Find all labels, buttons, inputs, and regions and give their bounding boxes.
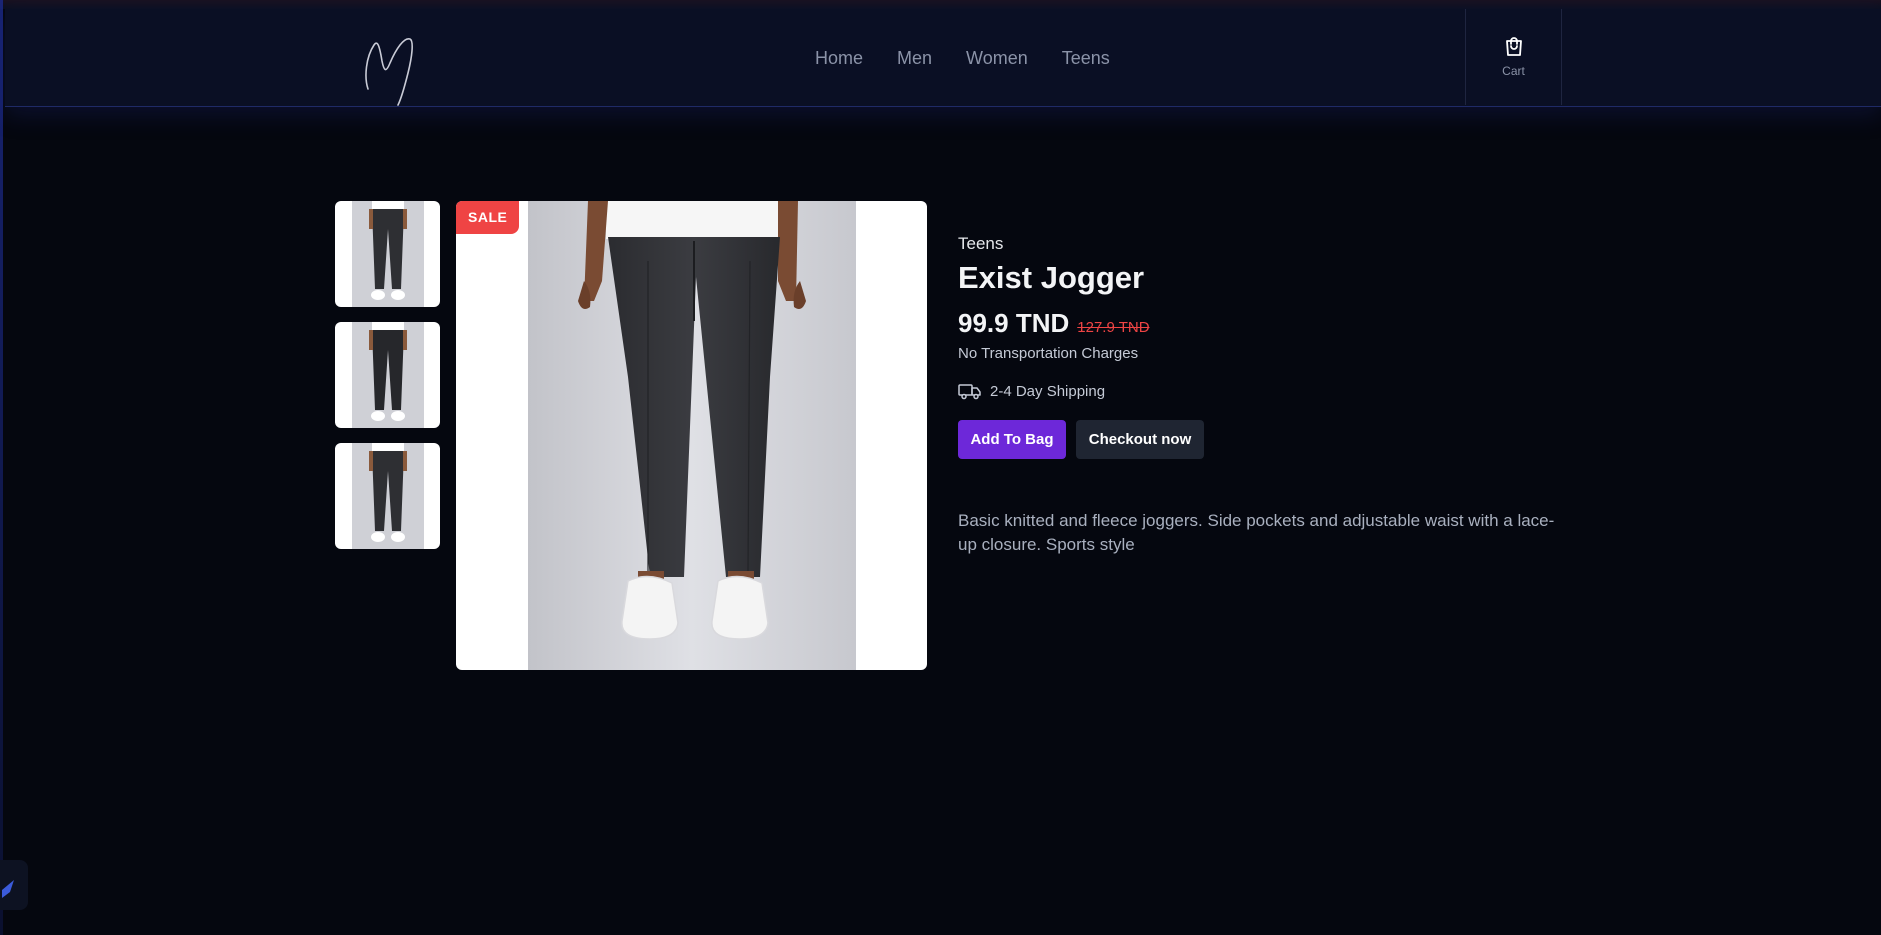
nav-women[interactable]: Women: [966, 47, 1028, 69]
nav-home[interactable]: Home: [815, 47, 863, 69]
add-to-bag-button[interactable]: Add To Bag: [958, 420, 1066, 459]
checkout-now-button[interactable]: Checkout now: [1076, 420, 1204, 459]
truck-icon: [958, 384, 981, 400]
jogger-thumbnail-icon: [351, 322, 424, 428]
widget-icon: [2, 880, 14, 898]
jogger-thumbnail-icon: [351, 443, 424, 549]
thumbnail-1[interactable]: [335, 201, 440, 307]
shipping-label: 2-4 Day Shipping: [990, 382, 1106, 400]
old-price: 127.9 TND: [1077, 319, 1150, 336]
corner-widget[interactable]: [0, 860, 28, 910]
main-product-image[interactable]: SALE: [456, 201, 927, 670]
left-edge-line: [0, 0, 3, 935]
shipping-info: 2-4 Day Shipping: [958, 382, 1578, 400]
sale-badge: SALE: [456, 201, 520, 234]
jogger-thumbnail-icon: [351, 201, 424, 307]
product-description: Basic knitted and fleece joggers. Side p…: [958, 511, 1555, 554]
product-category[interactable]: Teens: [958, 234, 1578, 254]
main-nav: Home Men Women Teens: [815, 47, 1110, 69]
shopping-bag-icon: [1505, 37, 1522, 56]
thumbnail-3[interactable]: [335, 443, 440, 549]
price-row: 99.9 TND 127.9 TND: [958, 308, 1578, 339]
jogger-photo: [528, 201, 856, 670]
current-price: 99.9 TND: [958, 308, 1070, 338]
nav-men[interactable]: Men: [897, 47, 932, 69]
product-info: Teens Exist Jogger 99.9 TND 127.9 TND No…: [958, 234, 1578, 557]
transport-note: No Transportation Charges: [958, 345, 1139, 362]
signature-logo[interactable]: [360, 27, 430, 113]
nav-teens[interactable]: Teens: [1062, 47, 1110, 69]
cart-label: Cart: [1502, 64, 1525, 78]
product-title: Exist Jogger: [958, 260, 1145, 295]
action-buttons: Add To Bag Checkout now: [958, 420, 1578, 459]
thumbnail-2[interactable]: [335, 322, 440, 428]
product-page: Home Men Women Teens Cart SALE Teens Exi…: [0, 0, 1881, 935]
site-header: Home Men Women Teens Cart: [5, 9, 1881, 107]
top-strip: [0, 0, 1881, 9]
thumbnail-list: [335, 201, 440, 564]
cart-button[interactable]: Cart: [1465, 9, 1562, 105]
